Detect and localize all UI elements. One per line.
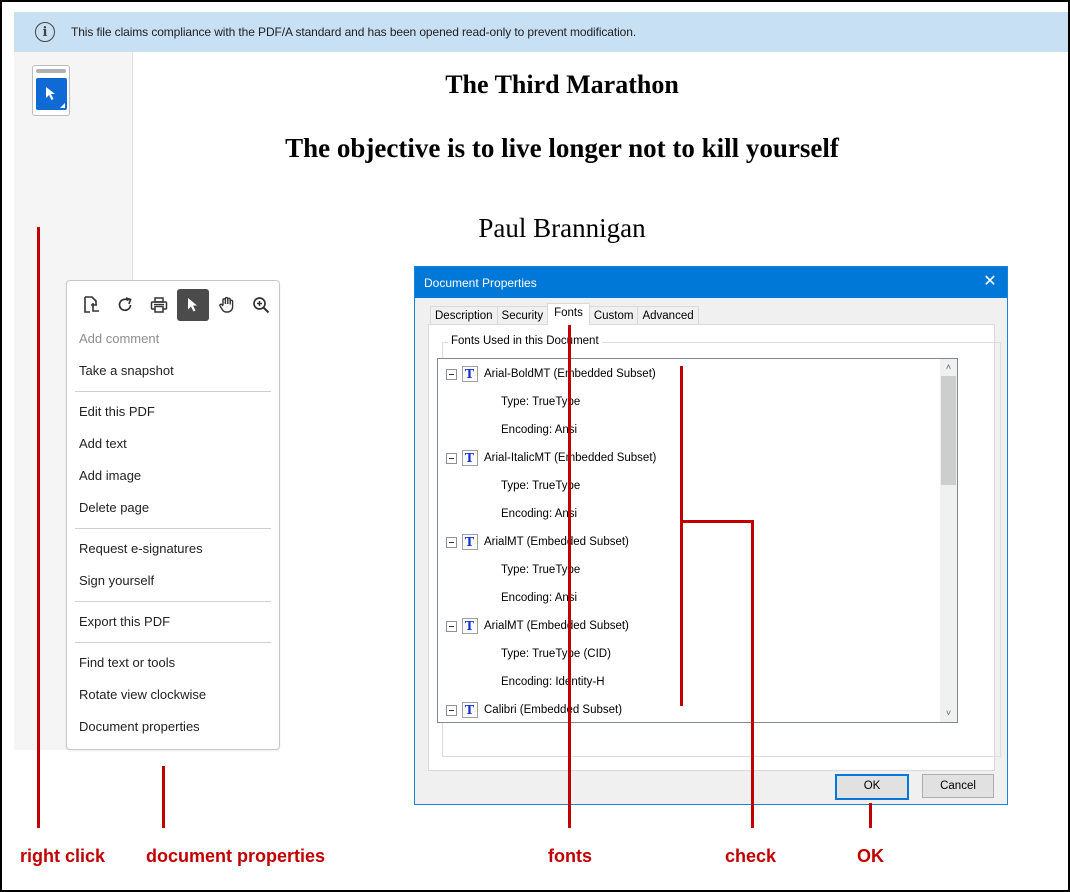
vertical-scrollbar[interactable]: ˄ ˅: [940, 359, 957, 722]
collapse-icon[interactable]: [446, 368, 457, 380]
scroll-thumb[interactable]: [941, 376, 956, 485]
zoom-in-button[interactable]: [245, 289, 277, 321]
annotation-line-ok: [869, 803, 872, 828]
font-name: ArialMT (Embedded Subset): [484, 536, 629, 548]
document-title: The Third Marathon: [445, 70, 679, 99]
document-properties-dialog: Document Properties ✕ Description Securi…: [414, 266, 1008, 805]
font-icon-glyph: T: [465, 535, 474, 549]
menu-item-export-pdf[interactable]: Export this PDF: [79, 611, 170, 633]
font-name: Calibri (Embedded Subset): [484, 704, 623, 716]
page-crop-button[interactable]: [75, 289, 107, 321]
dialog-tabs: Description Security Fonts Custom Advanc…: [430, 303, 699, 325]
tab-advanced[interactable]: Advanced: [637, 306, 699, 325]
collapse-icon[interactable]: [446, 452, 457, 464]
menu-item-add-comment: Add comment: [79, 331, 160, 346]
font-name: ArialMT (Embedded Subset): [484, 620, 629, 632]
font-tree-node[interactable]: T ArialMT (Embedded Subset): [446, 616, 629, 636]
menu-item-document-properties[interactable]: Document properties: [79, 716, 200, 738]
select-tool-button[interactable]: [36, 78, 67, 110]
annotation-label-check: check: [725, 846, 777, 866]
scroll-down-icon[interactable]: ˅: [940, 705, 957, 722]
annotation-line-fonts: [568, 312, 571, 828]
menu-item-add-image[interactable]: Add image: [79, 465, 141, 487]
truetype-font-icon: T: [462, 702, 478, 718]
truetype-font-icon: T: [462, 366, 478, 382]
menu-item-rotate-view-clockwise[interactable]: Rotate view clockwise: [79, 684, 206, 706]
annotation-label-fonts: fonts: [548, 846, 592, 866]
print-button[interactable]: [143, 289, 175, 321]
rotate-icon: [118, 297, 132, 312]
select-pointer-icon: [188, 298, 197, 312]
scroll-up-icon[interactable]: ˄: [940, 359, 957, 376]
collapse-icon[interactable]: [446, 704, 457, 716]
font-encoding: Encoding: Ansi: [501, 508, 578, 520]
annotation-bracket-horizontal: [680, 520, 753, 523]
cancel-button[interactable]: Cancel: [922, 774, 994, 798]
cursor-arrow-icon: [46, 87, 55, 100]
menu-item-add-text[interactable]: Add text: [79, 433, 127, 455]
annotation-line-right-click: [37, 227, 40, 828]
menu-separator: [75, 391, 271, 392]
annotation-label-document-properties: document properties: [146, 846, 326, 866]
tab-security[interactable]: Security: [496, 306, 549, 325]
truetype-font-icon: T: [462, 450, 478, 466]
font-type: Type: TrueType (CID): [501, 648, 611, 660]
dialog-titlebar[interactable]: Document Properties ✕: [415, 267, 1007, 298]
font-tree-node[interactable]: T Arial-BoldMT (Embedded Subset): [446, 364, 656, 384]
font-icon-glyph: T: [465, 367, 474, 381]
tab-fonts[interactable]: Fonts: [547, 303, 590, 325]
font-tree-node[interactable]: T Calibri (Embedded Subset): [446, 700, 622, 720]
annotation-label-right-click: right click: [20, 846, 106, 866]
fonts-tree-list[interactable]: T Arial-BoldMT (Embedded Subset) Type: T…: [437, 358, 958, 723]
tab-custom[interactable]: Custom: [588, 306, 639, 325]
menu-item-request-e-signatures[interactable]: Request e-signatures: [79, 538, 203, 560]
font-encoding: Encoding: Ansi: [501, 592, 578, 604]
font-tree-node[interactable]: T Arial-ItalicMT (Embedded Subset): [446, 448, 656, 468]
page-crop-icon: [84, 296, 99, 313]
document-author: Paul Brannigan: [478, 213, 646, 243]
font-tree-node[interactable]: T ArialMT (Embedded Subset): [446, 532, 629, 552]
annotation-label-ok: OK: [857, 846, 884, 866]
menu-separator: [75, 601, 271, 602]
print-icon: [150, 297, 168, 313]
annotation-line-document-properties: [162, 766, 165, 828]
menu-item-take-snapshot[interactable]: Take a snapshot: [79, 360, 174, 382]
banner-message: This file claims compliance with the PDF…: [71, 25, 637, 39]
quick-tools-panel: [32, 65, 70, 116]
collapse-icon[interactable]: [446, 620, 457, 632]
fonts-group-label: Fonts Used in this Document: [448, 335, 602, 347]
truetype-font-icon: T: [462, 534, 478, 550]
collapse-icon[interactable]: [446, 536, 457, 548]
context-menu-toolbar: [75, 289, 277, 321]
zoom-in-icon: [253, 297, 270, 314]
hand-tool-button[interactable]: [211, 289, 243, 321]
menu-item-find-text-or-tools[interactable]: Find text or tools: [79, 652, 175, 674]
info-icon: i: [35, 22, 55, 42]
context-menu: Add comment Take a snapshot Edit this PD…: [66, 280, 280, 750]
menu-item-edit-pdf[interactable]: Edit this PDF: [79, 401, 155, 423]
menu-separator: [75, 528, 271, 529]
dialog-title: Document Properties: [424, 276, 537, 290]
select-pointer-button[interactable]: [177, 289, 209, 321]
font-icon-glyph: T: [465, 703, 474, 717]
font-encoding: Encoding: Identity-H: [501, 676, 605, 688]
tab-description[interactable]: Description: [430, 306, 498, 325]
pdfa-info-banner: i This file claims compliance with the P…: [14, 12, 1068, 52]
font-encoding: Encoding: Ansi: [501, 424, 578, 436]
annotation-line-check: [751, 520, 754, 828]
document-subtitle: The objective is to live longer not to k…: [285, 133, 839, 163]
drag-handle[interactable]: [36, 69, 66, 73]
hand-icon: [219, 296, 234, 313]
font-icon-glyph: T: [465, 451, 474, 465]
menu-separator: [75, 642, 271, 643]
annotation-bracket-vertical: [680, 366, 683, 706]
menu-item-delete-page[interactable]: Delete page: [79, 497, 149, 519]
font-icon-glyph: T: [465, 619, 474, 633]
ok-button[interactable]: OK: [835, 774, 909, 800]
flyout-indicator: [60, 103, 65, 108]
menu-item-sign-yourself[interactable]: Sign yourself: [79, 570, 154, 592]
truetype-font-icon: T: [462, 618, 478, 634]
rotate-button[interactable]: [109, 289, 141, 321]
close-icon[interactable]: ✕: [981, 273, 999, 291]
